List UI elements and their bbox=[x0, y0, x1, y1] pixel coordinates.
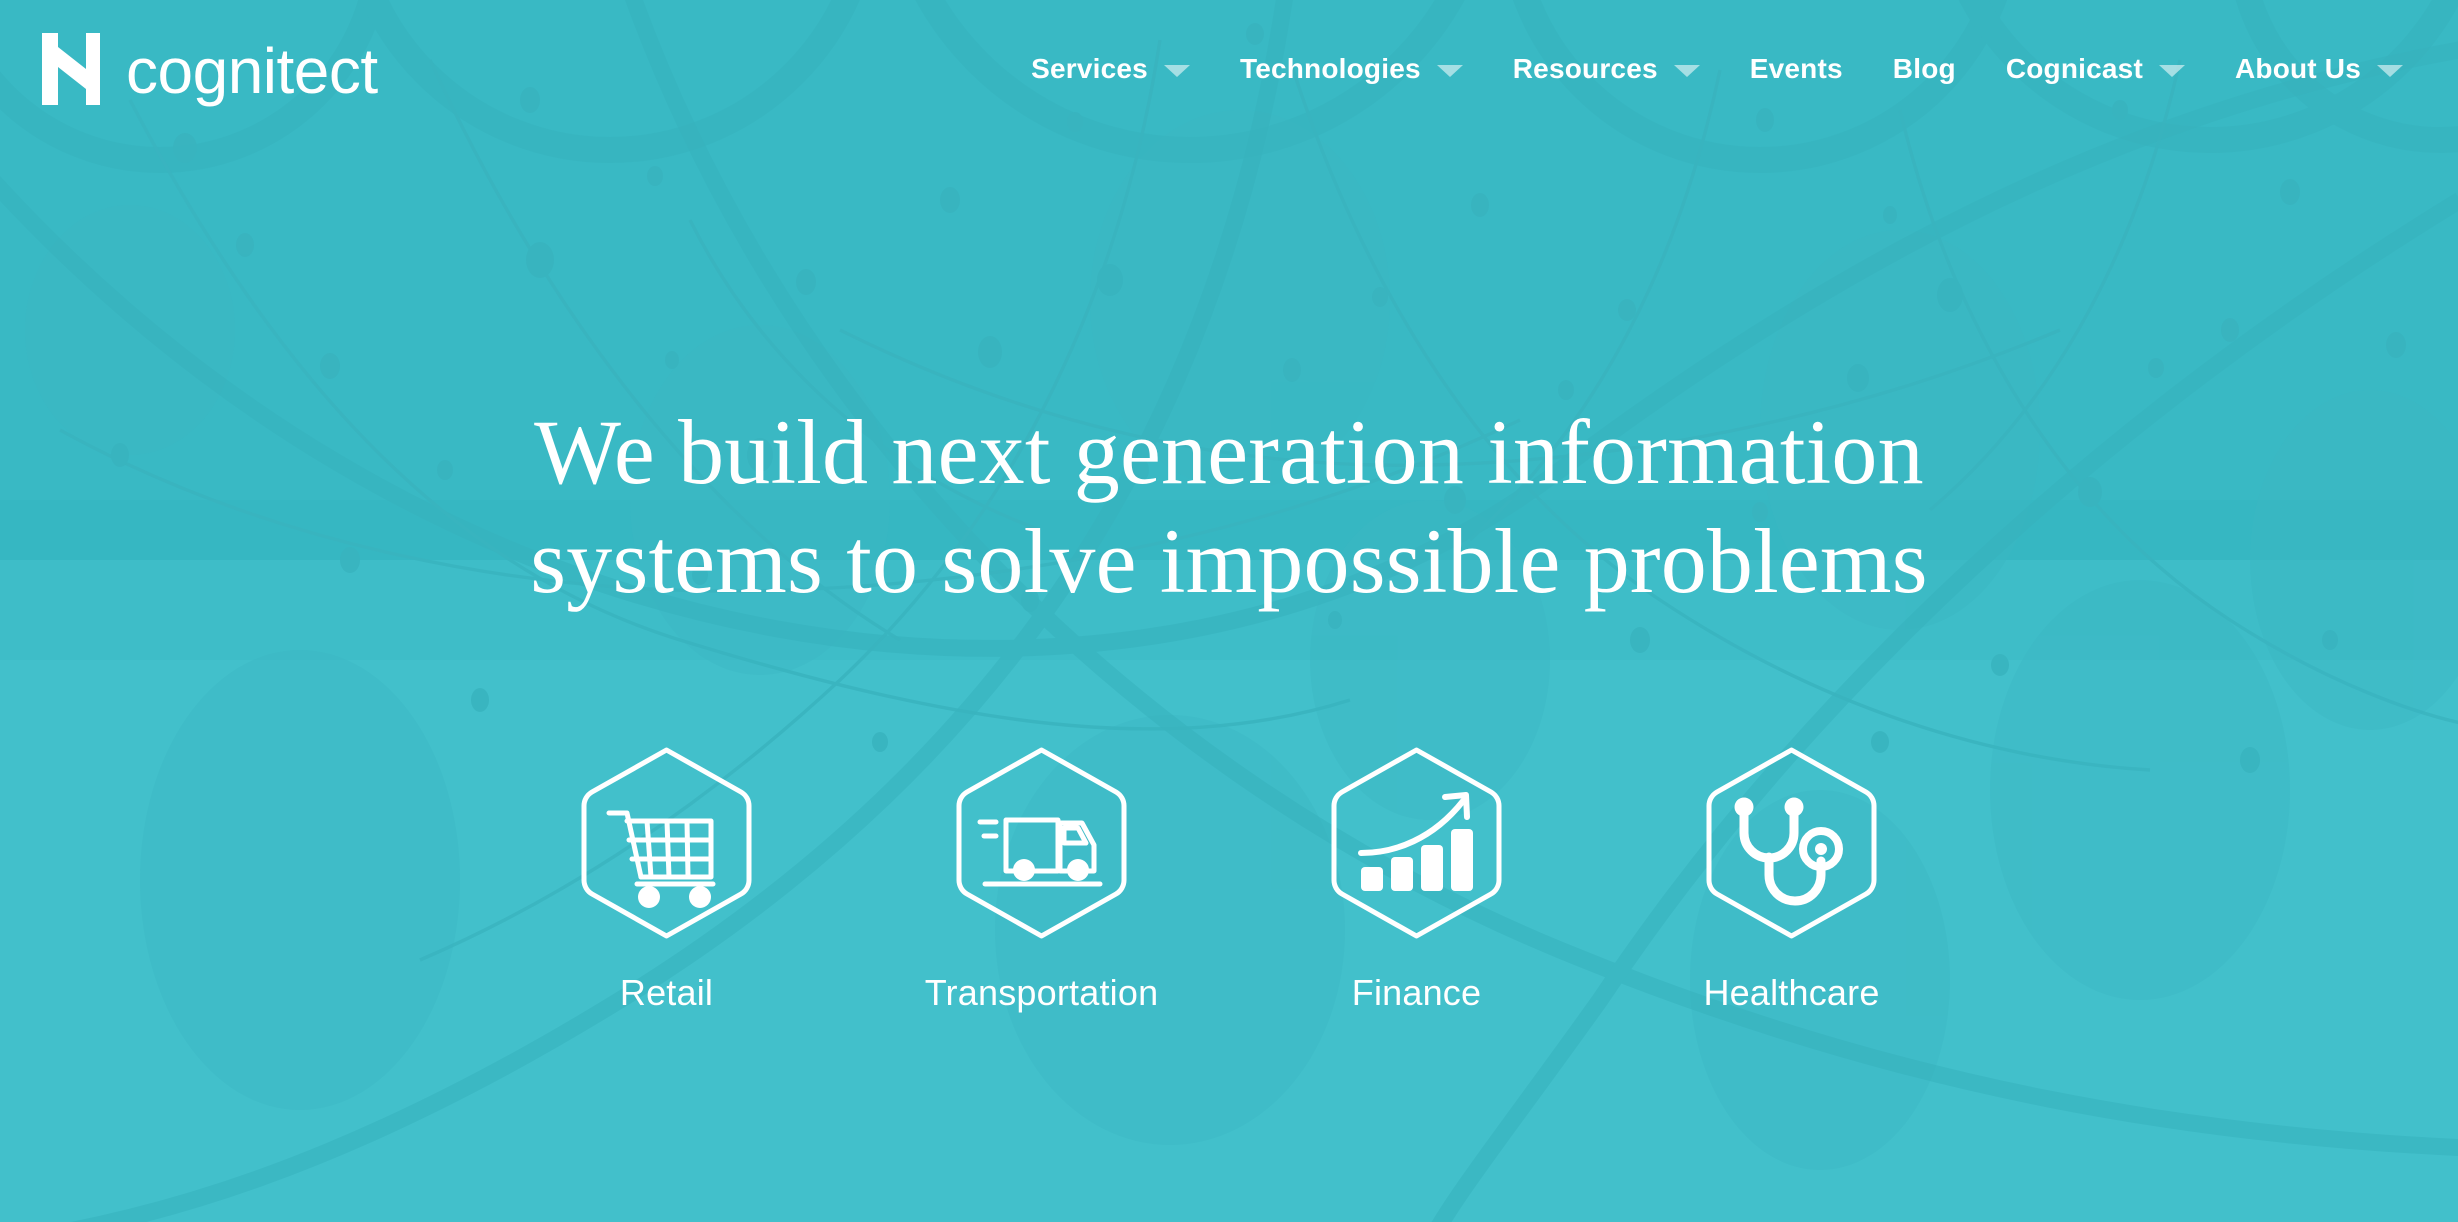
hero-headline: We build next generation information sys… bbox=[0, 398, 2458, 615]
page-root: cognitect Services Technologies Resource… bbox=[0, 0, 2458, 1222]
nav-item-blog[interactable]: Blog bbox=[1868, 0, 1981, 138]
nav-item-cognicast[interactable]: Cognicast bbox=[1981, 0, 2210, 138]
nav-label: Cognicast bbox=[2005, 53, 2143, 84]
nav-label: Resources bbox=[1512, 53, 1658, 84]
industry-item-healthcare[interactable]: Healthcare bbox=[1654, 745, 1929, 1011]
industry-label: Finance bbox=[1351, 972, 1482, 1013]
site-logo[interactable]: cognitect bbox=[38, 0, 378, 138]
cognitect-logo-mark-icon bbox=[42, 33, 100, 105]
chevron-down-icon bbox=[1436, 65, 1463, 77]
nav-item-technologies[interactable]: Technologies bbox=[1215, 0, 1488, 138]
shopping-cart-icon bbox=[581, 747, 752, 939]
main-navigation: Services Technologies Resources Events B… bbox=[1006, 0, 2428, 138]
nav-label: Events bbox=[1749, 53, 1843, 84]
nav-item-about-us[interactable]: About Us bbox=[2210, 0, 2428, 138]
site-header: cognitect Services Technologies Resource… bbox=[0, 0, 2458, 138]
delivery-truck-icon bbox=[956, 747, 1127, 939]
nav-item-events[interactable]: Events bbox=[1725, 0, 1868, 138]
nav-item-resources[interactable]: Resources bbox=[1488, 0, 1725, 138]
nav-label: About Us bbox=[2234, 53, 2361, 84]
chevron-down-icon bbox=[2377, 65, 2403, 77]
industry-item-transportation[interactable]: Transportation bbox=[904, 745, 1179, 1011]
logo-wordmark: cognitect bbox=[126, 35, 378, 107]
nav-item-services[interactable]: Services bbox=[1006, 0, 1215, 138]
headline-line-2: systems to solve impossible problems bbox=[530, 509, 1928, 612]
industry-label: Transportation bbox=[924, 972, 1159, 1013]
chevron-down-icon bbox=[1163, 65, 1190, 77]
nav-label: Services bbox=[1031, 53, 1148, 84]
chevron-down-icon bbox=[2158, 65, 2185, 77]
industry-item-retail[interactable]: Retail bbox=[529, 745, 804, 1011]
hero-section: We build next generation information sys… bbox=[0, 0, 2458, 1222]
nav-label: Blog bbox=[1892, 53, 1956, 84]
industry-list: Retail Transportation Finance Healthcare bbox=[0, 745, 2458, 1011]
industry-label: Healthcare bbox=[1703, 972, 1880, 1013]
chevron-down-icon bbox=[1673, 65, 1700, 77]
industry-item-finance[interactable]: Finance bbox=[1279, 745, 1554, 1011]
nav-label: Technologies bbox=[1239, 53, 1421, 84]
stethoscope-icon bbox=[1706, 747, 1877, 939]
headline-line-1: We build next generation information bbox=[534, 401, 1924, 503]
bar-chart-growth-icon bbox=[1331, 747, 1502, 939]
industry-label: Retail bbox=[619, 972, 714, 1013]
